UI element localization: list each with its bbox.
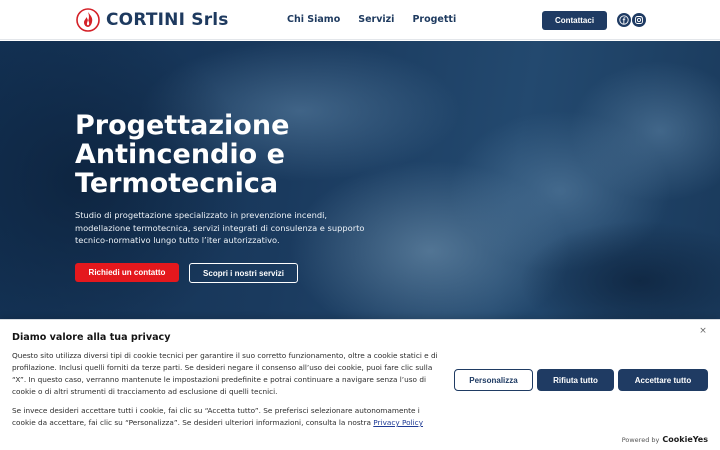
logo[interactable]: CORTINI Srls [76, 7, 229, 33]
cookieyes-logo: CookieYes [662, 435, 708, 444]
cookie-paragraph-2: Se invece desideri accettare tutti i coo… [12, 405, 444, 429]
cookie-banner: × Diamo valore alla tua privacy Questo s… [0, 319, 720, 450]
instagram-icon[interactable] [632, 13, 646, 27]
discover-services-button[interactable]: Scopri i nostri servizi [189, 263, 298, 283]
facebook-glyph [619, 15, 629, 25]
hero-section: Progettazione Antincendio e Termotecnica… [0, 41, 720, 321]
nav-chi-siamo[interactable]: Chi Siamo [287, 14, 340, 25]
request-contact-button[interactable]: Richiedi un contatto [75, 263, 179, 282]
instagram-glyph [635, 16, 643, 24]
hero-description: Studio di progettazione specializzato in… [75, 210, 365, 245]
logo-text: CORTINI Srls [106, 10, 229, 30]
nav-progetti[interactable]: Progetti [412, 14, 456, 25]
facebook-icon[interactable] [617, 13, 631, 27]
contact-button[interactable]: Contattaci [542, 11, 607, 30]
flame-logo-icon [76, 8, 100, 32]
customize-cookies-button[interactable]: Personalizza [454, 369, 533, 391]
powered-by: Powered by CookieYes [622, 435, 708, 444]
site-header: CORTINI Srls Chi Siamo Servizi Progetti … [0, 0, 720, 40]
privacy-policy-link[interactable]: Privacy Policy [373, 418, 423, 427]
cookie-paragraph-1: Questo sito utilizza diversi tipi di coo… [12, 351, 438, 396]
hero-title-line-2: Antincendio e [75, 139, 285, 170]
close-icon[interactable]: × [698, 326, 708, 336]
hero-title-line-1: Progettazione [75, 110, 290, 141]
hero-title: Progettazione Antincendio e Termotecnica [75, 111, 375, 198]
hero-title-line-3: Termotecnica [75, 168, 279, 199]
cookie-paragraph-2-text: Se invece desideri accettare tutti i coo… [12, 406, 420, 427]
cookie-title: Diamo valore alla tua privacy [12, 332, 171, 343]
reject-all-button[interactable]: Rifiuta tutto [537, 369, 614, 391]
nav-servizi[interactable]: Servizi [358, 14, 394, 25]
powered-by-label: Powered by [621, 436, 660, 444]
main-nav: Chi Siamo Servizi Progetti [287, 14, 456, 25]
accept-all-button[interactable]: Accettare tutto [618, 369, 708, 391]
